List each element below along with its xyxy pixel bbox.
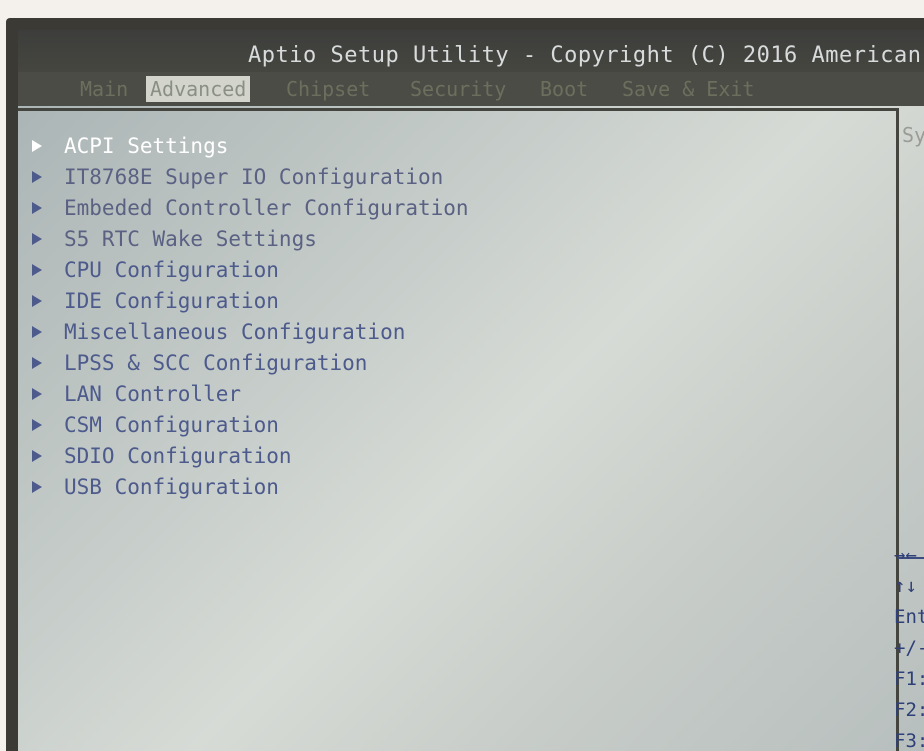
key-enter: Ent xyxy=(894,606,924,628)
bios-screen: Aptio Setup Utility - Copyright (C) 2016… xyxy=(18,30,924,751)
menu-item-miscellaneous[interactable]: Miscellaneous Configuration xyxy=(32,316,469,347)
menu-item-label: Miscellaneous Configuration xyxy=(64,319,406,344)
submenu-arrow-icon xyxy=(32,170,42,183)
menu-item-usb[interactable]: USB Configuration xyxy=(32,471,469,502)
tab-chipset[interactable]: Chipset xyxy=(282,76,374,102)
submenu-arrow-icon xyxy=(32,418,42,431)
menu-item-super-io[interactable]: IT8768E Super IO Configuration xyxy=(32,161,469,192)
menu-item-acpi-settings[interactable]: ACPI Settings xyxy=(32,130,469,161)
submenu-arrow-icon xyxy=(32,263,42,276)
advanced-menu: ACPI Settings IT8768E Super IO Configura… xyxy=(32,130,469,502)
tab-security[interactable]: Security xyxy=(406,76,510,102)
menu-item-label: LPSS & SCC Configuration xyxy=(64,350,368,375)
utility-title: Aptio Setup Utility - Copyright (C) 2016… xyxy=(248,43,924,68)
key-select-screen: →← xyxy=(894,544,917,566)
tab-save-exit[interactable]: Save & Exit xyxy=(618,76,758,102)
submenu-arrow-icon xyxy=(32,356,42,369)
tab-advanced[interactable]: Advanced xyxy=(146,76,251,102)
key-select-item: ↑↓ xyxy=(894,575,917,597)
menu-item-label: ACPI Settings xyxy=(64,133,229,158)
submenu-arrow-icon xyxy=(32,387,42,400)
menu-item-lpss-scc[interactable]: LPSS & SCC Configuration xyxy=(32,347,469,378)
menu-item-cpu[interactable]: CPU Configuration xyxy=(32,254,469,285)
menu-item-label: SDIO Configuration xyxy=(64,443,292,468)
submenu-arrow-icon xyxy=(32,325,42,338)
tab-boot[interactable]: Boot xyxy=(536,76,592,102)
menu-item-label: S5 RTC Wake Settings xyxy=(64,226,317,251)
menu-item-label: IT8768E Super IO Configuration xyxy=(64,164,444,189)
submenu-arrow-icon xyxy=(32,294,42,307)
title-bar: Aptio Setup Utility - Copyright (C) 2016… xyxy=(18,30,924,72)
menu-item-label: CSM Configuration xyxy=(64,412,279,437)
key-f1: F1: xyxy=(894,668,924,690)
submenu-arrow-icon xyxy=(32,449,42,462)
submenu-arrow-icon xyxy=(32,139,42,152)
menu-item-label: LAN Controller xyxy=(64,381,242,406)
menu-item-label: CPU Configuration xyxy=(64,257,279,282)
menu-item-ide[interactable]: IDE Configuration xyxy=(32,285,469,316)
menu-item-csm[interactable]: CSM Configuration xyxy=(32,409,469,440)
key-f2: F2: xyxy=(894,699,924,721)
tab-main[interactable]: Main xyxy=(76,76,132,102)
tab-bar: Main Advanced Chipset Security Boot Save… xyxy=(18,72,924,106)
submenu-arrow-icon xyxy=(32,201,42,214)
menu-item-sdio[interactable]: SDIO Configuration xyxy=(32,440,469,471)
menu-item-embedded-controller[interactable]: Embeded Controller Configuration xyxy=(32,192,469,223)
key-change-option: +/- xyxy=(894,637,924,659)
key-f3: F3: xyxy=(894,730,924,751)
help-text: Sy xyxy=(902,123,924,147)
menu-item-label: IDE Configuration xyxy=(64,288,279,313)
key-legend: →← ↑↓ Ent +/- F1: F2: F3: xyxy=(894,540,924,751)
submenu-arrow-icon xyxy=(32,232,42,245)
submenu-arrow-icon xyxy=(32,480,42,493)
menu-item-s5-rtc-wake[interactable]: S5 RTC Wake Settings xyxy=(32,223,469,254)
menu-item-label: USB Configuration xyxy=(64,474,279,499)
menu-item-lan-controller[interactable]: LAN Controller xyxy=(32,378,469,409)
menu-item-label: Embeded Controller Configuration xyxy=(64,195,469,220)
